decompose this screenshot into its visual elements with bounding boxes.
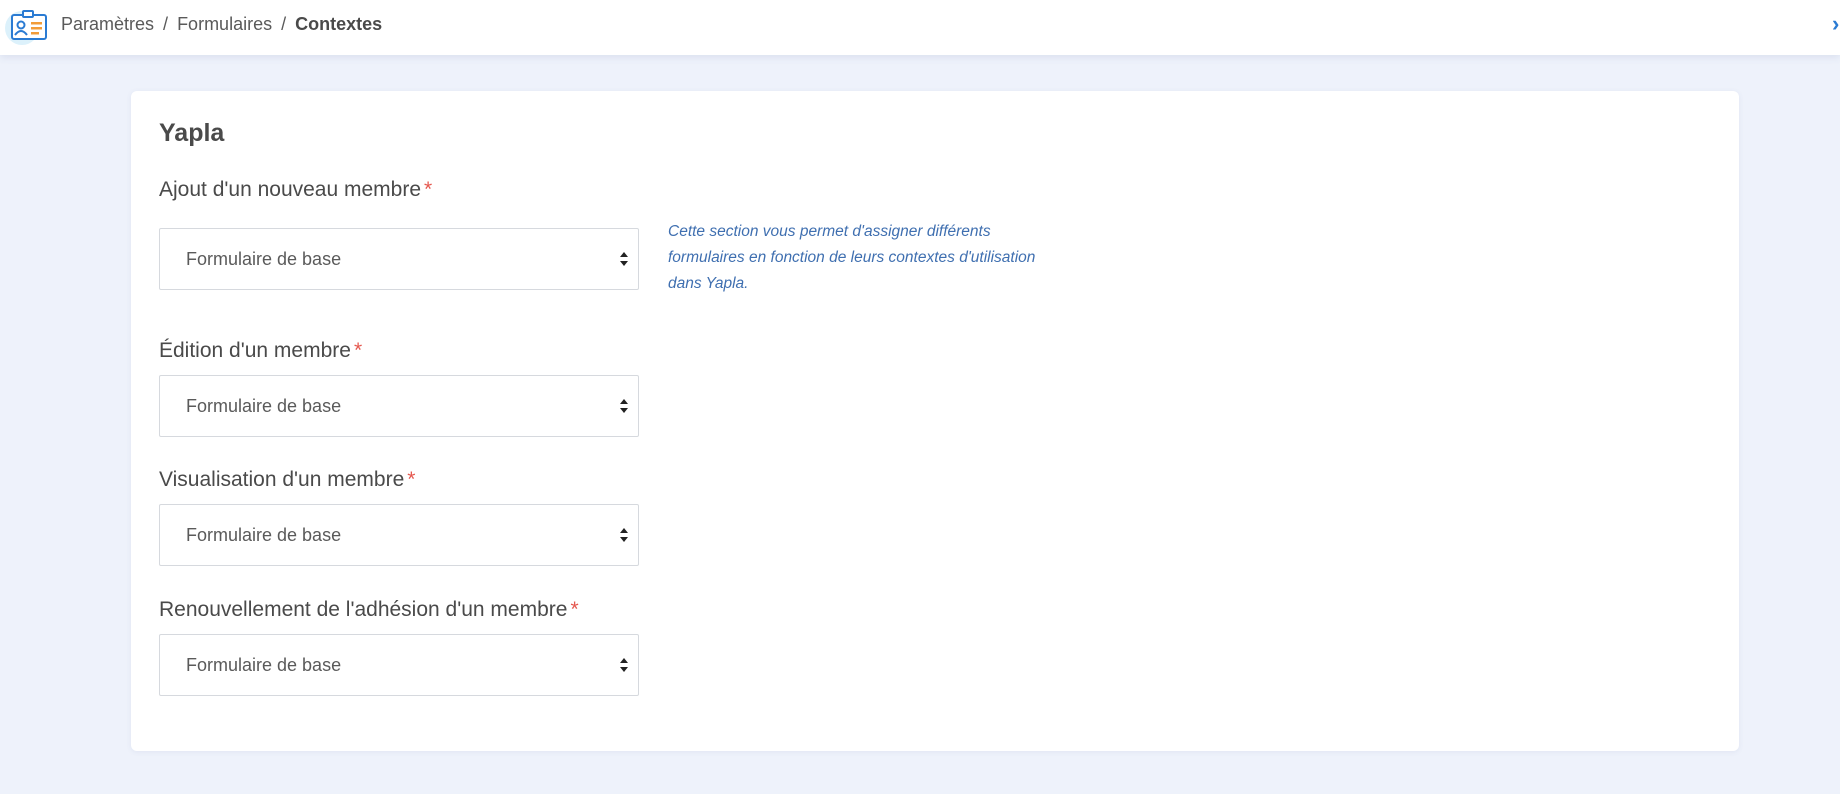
select-ajout-membre[interactable]: Formulaire de base xyxy=(159,228,639,290)
field-label-visualisation: Visualisation d'un membre * xyxy=(159,468,415,492)
select-renouvellement-adhesion[interactable]: Formulaire de base xyxy=(159,634,639,696)
breadcrumb-item-formulaires[interactable]: Formulaires xyxy=(177,14,272,34)
select-visualisation-membre[interactable]: Formulaire de base xyxy=(159,504,639,566)
sort-caret-icon xyxy=(620,252,628,266)
breadcrumb: Paramètres / Formulaires / Contextes xyxy=(61,14,382,35)
field-label-edition: Édition d'un membre * xyxy=(159,339,362,363)
required-marker: * xyxy=(570,598,579,621)
field-label-text: Édition d'un membre xyxy=(159,339,351,362)
required-marker: * xyxy=(424,178,433,201)
sort-caret-icon xyxy=(620,399,628,413)
field-label-ajout: Ajout d'un nouveau membre * xyxy=(159,178,432,202)
sort-caret-icon xyxy=(620,658,628,672)
field-label-text: Visualisation d'un membre xyxy=(159,468,405,491)
select-value: Formulaire de base xyxy=(186,524,342,545)
select-value: Formulaire de base xyxy=(186,248,342,269)
breadcrumb-separator: / xyxy=(281,14,287,34)
help-text: Cette section vous permet d'assigner dif… xyxy=(668,223,1036,292)
breadcrumb-item-parametres[interactable]: Paramètres xyxy=(61,14,154,34)
contexts-card: Yapla Ajout d'un nouveau membre * Formula… xyxy=(131,91,1739,751)
required-marker: * xyxy=(407,468,416,491)
id-card-icon-graphic xyxy=(11,10,47,40)
card-title: Yapla xyxy=(159,119,225,147)
select-value: Formulaire de base xyxy=(186,654,342,675)
id-card-icon[interactable] xyxy=(5,7,47,45)
breadcrumb-separator: / xyxy=(163,14,169,34)
field-label-text: Ajout d'un nouveau membre xyxy=(159,178,422,201)
required-marker: * xyxy=(353,339,363,362)
breadcrumb-current: Contextes xyxy=(295,14,383,34)
sort-caret-icon xyxy=(620,528,628,542)
select-value: Formulaire de base xyxy=(186,395,342,416)
chevron-right-icon[interactable]: › xyxy=(1832,13,1839,35)
select-edition-membre[interactable]: Formulaire de base xyxy=(159,375,639,437)
top-bar: Paramètres / Formulaires / Contextes › xyxy=(0,0,1840,55)
field-label-text: Renouvellement de l'adhésion d'un membre xyxy=(159,598,568,621)
field-label-renouvellement: Renouvellement de l'adhésion d'un membre… xyxy=(159,598,579,622)
